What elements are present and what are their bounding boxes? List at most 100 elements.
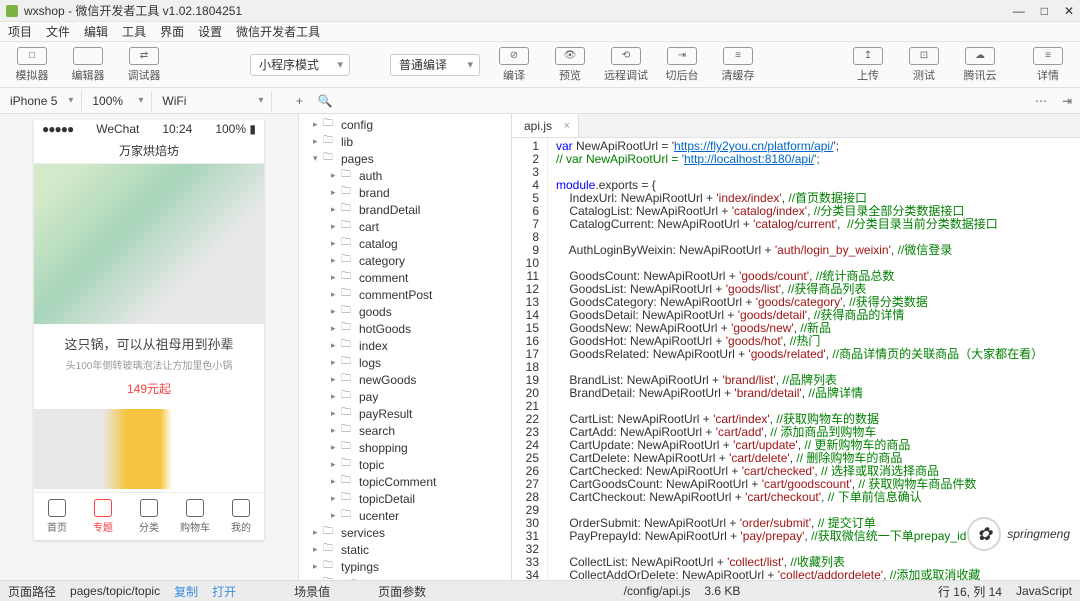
tree-search[interactable]: ▸🗀search: [299, 422, 511, 439]
menu-项目[interactable]: 项目: [8, 23, 32, 40]
menu-界面[interactable]: 界面: [160, 23, 184, 40]
menu-编辑[interactable]: 编辑: [84, 23, 108, 40]
tree-utils[interactable]: ▸🗀utils: [299, 575, 511, 580]
menu-工具[interactable]: 工具: [122, 23, 146, 40]
toolbar-模拟器[interactable]: □模拟器: [8, 45, 56, 85]
secondary-image[interactable]: [34, 409, 264, 489]
line-gutter: 1234567891011121314151617181920212223242…: [512, 138, 548, 580]
lang-label: JavaScript: [1016, 584, 1072, 598]
search-button[interactable]: 🔍: [312, 88, 338, 114]
tree-pay[interactable]: ▸🗀pay: [299, 388, 511, 405]
tree-static[interactable]: ▸🗀static: [299, 541, 511, 558]
toolbar-测试[interactable]: ⊡测试: [900, 45, 948, 85]
tree-pages[interactable]: ▾🗀pages: [299, 150, 511, 167]
more-button[interactable]: ⋯: [1028, 88, 1054, 114]
signal-dots-icon: ●●●●●: [42, 122, 73, 136]
close-tab-icon[interactable]: ×: [564, 120, 570, 132]
tree-catalog[interactable]: ▸🗀catalog: [299, 235, 511, 252]
menu-设置[interactable]: 设置: [198, 23, 222, 40]
toolbar-调试器[interactable]: ⇄调试器: [120, 45, 168, 85]
copy-link[interactable]: 复制: [174, 583, 198, 600]
tree-goods[interactable]: ▸🗀goods: [299, 303, 511, 320]
add-file-button[interactable]: +: [286, 88, 312, 114]
tab-专题[interactable]: 专题: [80, 493, 126, 540]
tree-payResult[interactable]: ▸🗀payResult: [299, 405, 511, 422]
tree-ucenter[interactable]: ▸🗀ucenter: [299, 507, 511, 524]
zoom-select[interactable]: 100%: [82, 91, 152, 111]
phone-preview: ●●●●● WeChat 10:24 100% ▮ 万家烘焙坊 这只锅，可以从祖…: [34, 120, 264, 540]
mode-select[interactable]: 小程序模式: [250, 54, 350, 76]
app-icon: [6, 5, 18, 17]
path-label: 页面路径: [8, 583, 56, 600]
toolbar-腾讯云[interactable]: ☁腾讯云: [956, 45, 1004, 85]
time-label: 10:24: [162, 122, 192, 136]
battery-label: 100%: [215, 122, 246, 136]
tree-topicDetail[interactable]: ▸🗀topicDetail: [299, 490, 511, 507]
toolbar-切后台[interactable]: ⇥切后台: [658, 45, 706, 85]
toolbar-上传[interactable]: ↥上传: [844, 45, 892, 85]
editor-tabs: api.js×: [512, 114, 1080, 138]
cursor-pos: 行 16, 列 14: [938, 583, 1002, 600]
toolbar-清缓存[interactable]: ≡清缓存: [714, 45, 762, 85]
sub-toolbar: iPhone 5 100% WiFi + 🔍 ⋯ ⇥: [0, 88, 1080, 114]
code-content[interactable]: var NewApiRootUrl = 'https://fly2you.cn/…: [548, 138, 1080, 580]
toolbar-远程调试[interactable]: ⟲远程调试: [602, 45, 650, 85]
window-titlebar: wxshop - 微信开发者工具 v1.02.1804251 — □ ✕: [0, 0, 1080, 22]
toolbar-预览[interactable]: 👁预览: [546, 45, 594, 85]
tab-购物车[interactable]: 购物车: [172, 493, 218, 540]
headline: 这只锅，可以从祖母用到孙辈: [34, 334, 264, 353]
collapse-button[interactable]: ⇥: [1054, 88, 1080, 114]
tree-newGoods[interactable]: ▸🗀newGoods: [299, 371, 511, 388]
statusbar: 页面路径 pages/topic/topic 复制 打开 场景值 页面参数 /c…: [0, 580, 1080, 601]
tree-auth[interactable]: ▸🗀auth: [299, 167, 511, 184]
param-label: 页面参数: [378, 583, 426, 600]
tree-brand[interactable]: ▸🗀brand: [299, 184, 511, 201]
maximize-icon[interactable]: □: [1041, 4, 1048, 18]
open-link[interactable]: 打开: [212, 583, 236, 600]
scene-label: 场景值: [294, 583, 330, 600]
tree-topic[interactable]: ▸🗀topic: [299, 456, 511, 473]
shop-navbar: 万家烘焙坊: [34, 138, 264, 164]
tree-index[interactable]: ▸🗀index: [299, 337, 511, 354]
path-value: pages/topic/topic: [70, 584, 160, 598]
tree-typings[interactable]: ▸🗀typings: [299, 558, 511, 575]
tree-logs[interactable]: ▸🗀logs: [299, 354, 511, 371]
carrier-label: WeChat: [96, 122, 139, 136]
details-icon: ≡: [1033, 47, 1063, 65]
menu-文件[interactable]: 文件: [46, 23, 70, 40]
file-size: 3.6 KB: [704, 584, 740, 598]
toolbar-编译[interactable]: ⊘编译: [490, 45, 538, 85]
tree-shopping[interactable]: ▸🗀shopping: [299, 439, 511, 456]
phone-statusbar: ●●●●● WeChat 10:24 100% ▮: [34, 120, 264, 138]
menubar: 项目文件编辑工具界面设置微信开发者工具: [0, 22, 1080, 42]
tabbar: 首页专题分类购物车我的: [34, 492, 264, 540]
file-path: /config/api.js: [624, 584, 691, 598]
details-button[interactable]: ≡ 详情: [1024, 45, 1072, 85]
tree-topicComment[interactable]: ▸🗀topicComment: [299, 473, 511, 490]
tab-首页[interactable]: 首页: [34, 493, 80, 540]
menu-微信开发者工具[interactable]: 微信开发者工具: [236, 23, 320, 40]
tree-config[interactable]: ▸🗀config: [299, 116, 511, 133]
editor-tab-api[interactable]: api.js×: [512, 114, 579, 137]
tree-lib[interactable]: ▸🗀lib: [299, 133, 511, 150]
tree-hotGoods[interactable]: ▸🗀hotGoods: [299, 320, 511, 337]
price-label: 149元起: [34, 380, 264, 397]
tree-comment[interactable]: ▸🗀comment: [299, 269, 511, 286]
tree-category[interactable]: ▸🗀category: [299, 252, 511, 269]
compile-select[interactable]: 普通编译: [390, 54, 480, 76]
main-toolbar: □模拟器编辑器⇄调试器 小程序模式 普通编译 ⊘编译👁预览⟲远程调试⇥切后台≡清…: [0, 42, 1080, 88]
tree-commentPost[interactable]: ▸🗀commentPost: [299, 286, 511, 303]
minimize-icon[interactable]: —: [1013, 4, 1025, 18]
toolbar-编辑器[interactable]: 编辑器: [64, 45, 112, 85]
file-explorer[interactable]: ▸🗀config▸🗀lib▾🗀pages▸🗀auth▸🗀brand▸🗀brand…: [299, 114, 512, 580]
close-icon[interactable]: ✕: [1064, 4, 1074, 18]
tree-cart[interactable]: ▸🗀cart: [299, 218, 511, 235]
device-select[interactable]: iPhone 5: [0, 91, 82, 111]
tab-我的[interactable]: 我的: [218, 493, 264, 540]
window-title: wxshop - 微信开发者工具 v1.02.1804251: [24, 2, 242, 19]
tree-services[interactable]: ▸🗀services: [299, 524, 511, 541]
network-select[interactable]: WiFi: [152, 91, 272, 111]
hero-image[interactable]: [34, 164, 264, 324]
tree-brandDetail[interactable]: ▸🗀brandDetail: [299, 201, 511, 218]
tab-分类[interactable]: 分类: [126, 493, 172, 540]
